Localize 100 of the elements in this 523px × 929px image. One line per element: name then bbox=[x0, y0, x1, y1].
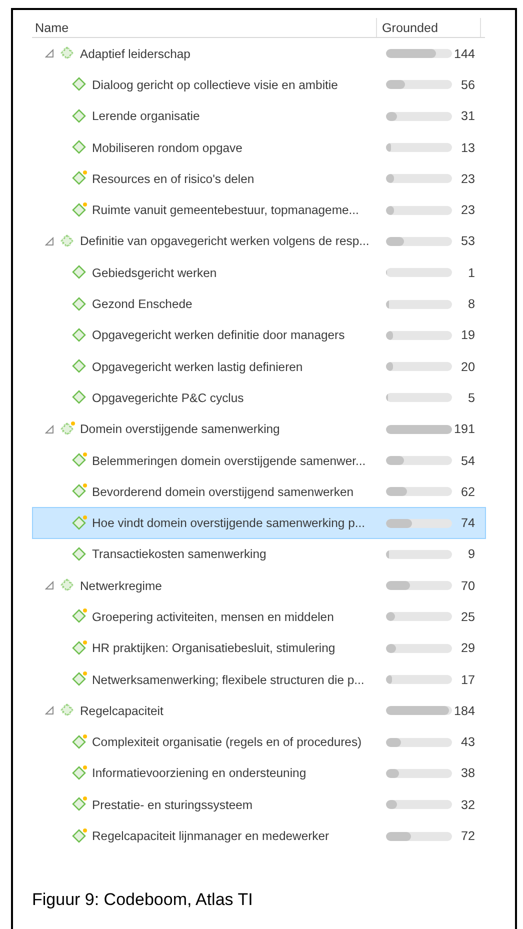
code-row[interactable]: Informatievoorziening en ondersteuning 38 bbox=[32, 758, 486, 790]
diamond-icon bbox=[71, 452, 88, 469]
grounded-count: 25 bbox=[460, 610, 475, 624]
grounded-count: 19 bbox=[460, 328, 475, 342]
diamond-icon bbox=[71, 202, 88, 219]
code-row[interactable]: Prestatie- en sturingssysteem 32 bbox=[32, 789, 486, 820]
grounded-count: 20 bbox=[460, 360, 475, 374]
code-row[interactable]: Dialoog gericht op collectieve visie en ambitie 56 bbox=[32, 69, 486, 101]
grounded-count: 53 bbox=[460, 234, 475, 248]
code-name: Resources en of risico's delen bbox=[92, 172, 254, 186]
code-group-name: Definitie van opgavegericht werken volgens de resp... bbox=[80, 234, 370, 248]
code-row[interactable]: Opgavegericht werken lastig definieren 20 bbox=[32, 350, 486, 382]
code-name: Transactiekosten samenwerking bbox=[92, 547, 266, 562]
grounded-count: 17 bbox=[460, 672, 475, 687]
code-name: Gezond Enschede bbox=[92, 297, 192, 312]
grounded-count: 13 bbox=[460, 140, 475, 155]
code-name: Netwerksamenwerking; flexibele structuren die p... bbox=[92, 672, 364, 687]
code-name: HR praktijken: Organisatiebesluit, stimulering bbox=[92, 641, 336, 656]
code-group-name: Netwerkregime bbox=[80, 578, 162, 593]
grounded-count: 23 bbox=[460, 172, 475, 186]
code-row[interactable]: Transactiekosten samenwerking 9 bbox=[32, 538, 486, 570]
diamond-icon bbox=[71, 76, 88, 94]
grounded-count: 23 bbox=[460, 203, 475, 218]
grounded-count: 72 bbox=[460, 829, 475, 844]
figure-caption: Figuur 9: Codeboom, Atlas TI bbox=[32, 890, 253, 910]
expand-triangle-icon[interactable] bbox=[45, 424, 54, 434]
code-row[interactable]: Bevorderend domein overstijgend samenwerken 62 bbox=[32, 476, 486, 508]
code-row[interactable]: Lerende organisatie 31 bbox=[32, 100, 486, 132]
expand-triangle-icon[interactable] bbox=[45, 49, 54, 58]
code-name: Regelcapaciteit lijnmanager en medewerker bbox=[92, 829, 330, 844]
grounded-count: 31 bbox=[460, 109, 475, 124]
code-row[interactable]: HR praktijken: Organisatiebesluit, stimulering 29 bbox=[32, 632, 486, 664]
diamond-icon bbox=[71, 734, 88, 751]
diamond-icon bbox=[71, 546, 88, 563]
code-row[interactable]: Netwerksamenwerking; flexibele structuren die p... 17 bbox=[32, 664, 486, 696]
diamond-icon bbox=[71, 389, 88, 406]
code-name: Gebiedsgericht werken bbox=[92, 266, 217, 280]
grounded-count: 9 bbox=[466, 547, 475, 562]
diamond-icon bbox=[71, 296, 88, 313]
code-name: Dialoog gericht op collectieve visie en ambitie bbox=[92, 78, 338, 92]
code-name: Complexiteit organisatie (regels en of procedures) bbox=[92, 735, 362, 750]
code-group-name: Domein overstijgende samenwerking bbox=[80, 422, 280, 436]
diamond-icon bbox=[71, 640, 88, 657]
code-name: Bevorderend domein overstijgend samenwerken bbox=[92, 484, 354, 499]
code-row[interactable]: Gebiedsgericht werken 1 bbox=[32, 257, 486, 288]
code-name: Opgavegericht werken lastig definieren bbox=[92, 360, 303, 374]
expand-triangle-icon[interactable] bbox=[45, 706, 54, 716]
code-group-row[interactable]: Domein overstijgende samenwerking 191 bbox=[32, 414, 486, 445]
code-row[interactable]: Complexiteit organisatie (regels en of procedures) 43 bbox=[32, 726, 486, 758]
code-row[interactable]: Opgavegericht werken definitie door managers 19 bbox=[32, 320, 486, 351]
code-row[interactable]: Ruimte vanuit gemeentebestuur, topmanageme... 23 bbox=[32, 194, 486, 226]
code-name: Groepering activiteiten, mensen en middelen bbox=[92, 610, 334, 624]
code-row[interactable]: Regelcapaciteit lijnmanager en medewerker 72 bbox=[32, 820, 486, 852]
code-row[interactable]: Groepering activiteiten, mensen en middelen 25 bbox=[32, 601, 486, 633]
code-name: Ruimte vanuit gemeentebestuur, topmanageme... bbox=[92, 203, 359, 218]
code-row[interactable]: Hoe vindt domein overstijgende samenwerking p... 74 bbox=[32, 507, 486, 539]
grounded-count: 8 bbox=[466, 297, 475, 312]
diamond-icon bbox=[71, 326, 88, 344]
code-row[interactable]: Opgavegerichte P&C cyclus 5 bbox=[32, 382, 486, 414]
code-group-row[interactable]: Adaptief leiderschap 144 bbox=[32, 38, 486, 70]
grounded-count: 5 bbox=[466, 390, 475, 405]
column-header[interactable]: Grounded bbox=[376, 18, 481, 37]
grounded-count: 74 bbox=[460, 516, 475, 530]
code-name: Mobiliseren rondom opgave bbox=[92, 140, 242, 155]
code-group-row[interactable]: Netwerkregime 70 bbox=[32, 570, 486, 602]
diamond-icon bbox=[71, 764, 88, 782]
grounded-count: 29 bbox=[460, 641, 475, 656]
grounded-count: 191 bbox=[452, 422, 475, 436]
code-group-row[interactable]: Definitie van opgavegericht werken volgens de resp... 53 bbox=[32, 226, 486, 258]
grounded-count: 70 bbox=[460, 578, 475, 593]
code-group-row[interactable]: Regelcapaciteit 184 bbox=[32, 695, 486, 727]
grounded-count: 43 bbox=[460, 735, 475, 750]
grounded-count: 54 bbox=[460, 454, 475, 468]
expand-triangle-icon[interactable] bbox=[45, 581, 54, 590]
grounded-count: 38 bbox=[460, 766, 475, 780]
code-row[interactable]: Gezond Enschede 8 bbox=[32, 288, 486, 320]
diamond-icon bbox=[71, 108, 88, 125]
diamond-icon bbox=[71, 139, 88, 156]
diamond-icon bbox=[71, 514, 88, 532]
code-row[interactable]: Resources en of risico's delen 23 bbox=[32, 163, 486, 194]
diamond-icon bbox=[71, 264, 88, 282]
code-row[interactable]: Belemmeringen domein overstijgende samenwer... 54 bbox=[32, 444, 486, 476]
code-name: Opgavegericht werken definitie door managers bbox=[92, 328, 345, 342]
code-group-name: Regelcapaciteit bbox=[80, 704, 164, 718]
diamond-icon bbox=[71, 796, 88, 814]
grounded-count: 56 bbox=[460, 78, 475, 92]
code-name: Lerende organisatie bbox=[92, 109, 200, 124]
code-name: Informatievoorziening en ondersteuning bbox=[92, 766, 306, 780]
expand-triangle-icon[interactable] bbox=[45, 236, 54, 246]
code-group-name: Adaptief leiderschap bbox=[80, 46, 190, 61]
diamond-icon bbox=[71, 828, 88, 845]
column-header[interactable]: Name bbox=[32, 18, 376, 37]
diamond-icon bbox=[71, 170, 88, 188]
code-name: Prestatie- en sturingssysteem bbox=[92, 798, 253, 812]
diamond-icon bbox=[71, 671, 88, 688]
grounded-count: 62 bbox=[460, 484, 475, 499]
code-name: Belemmeringen domein overstijgende samenwer... bbox=[92, 454, 366, 468]
code-name: Hoe vindt domein overstijgende samenwerking p... bbox=[92, 516, 366, 530]
diamond-icon bbox=[71, 608, 88, 626]
code-row[interactable]: Mobiliseren rondom opgave 13 bbox=[32, 132, 486, 164]
